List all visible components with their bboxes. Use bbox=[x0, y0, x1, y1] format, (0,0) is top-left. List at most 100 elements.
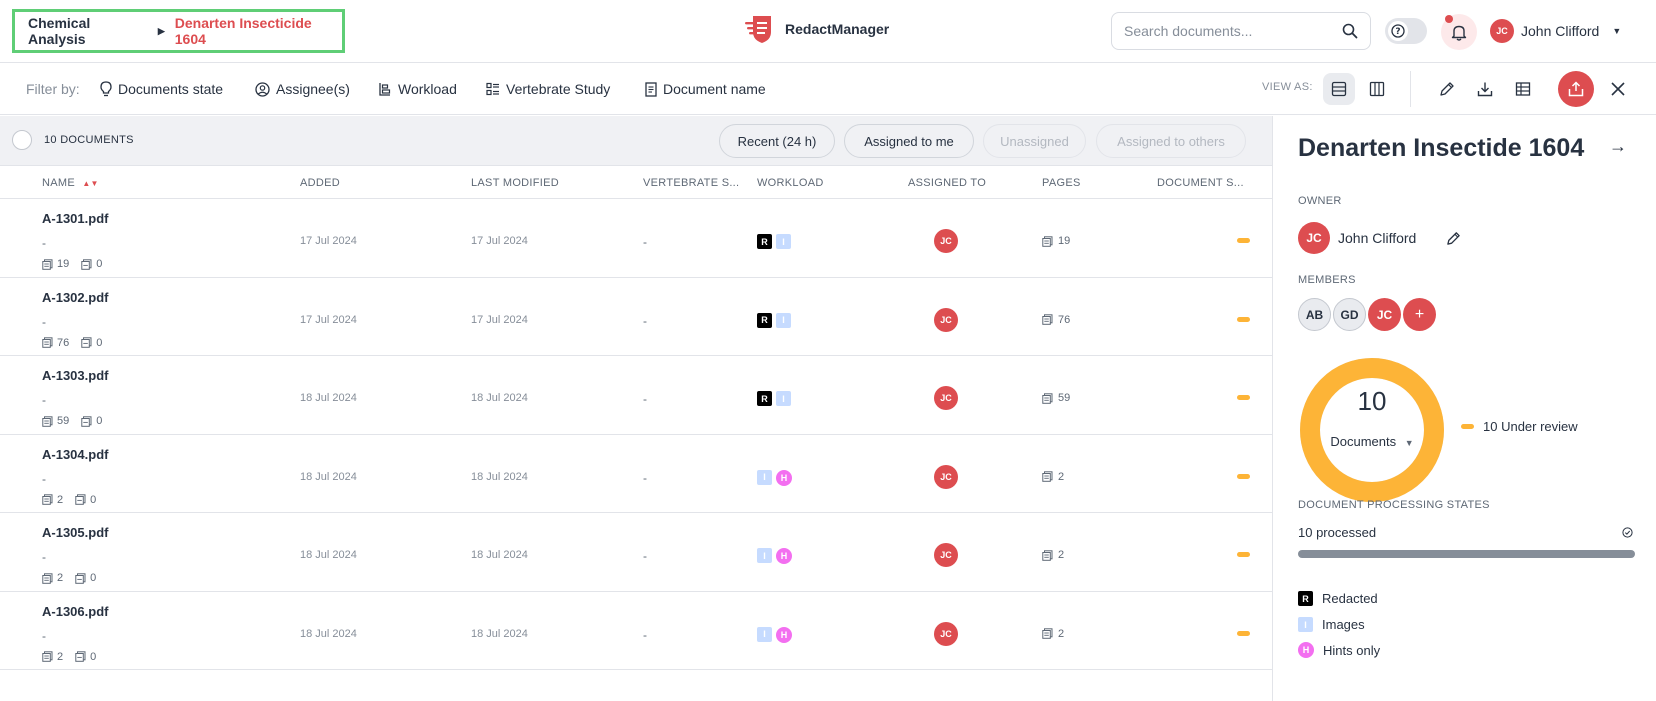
file-name[interactable]: A-1303.pdf bbox=[42, 368, 108, 383]
assignee-avatar[interactable]: JC bbox=[934, 464, 958, 489]
filter-label-text: Vertebrate Study bbox=[506, 81, 611, 97]
file-subtitle: - bbox=[42, 471, 46, 486]
file-meta: 76 0 bbox=[42, 337, 102, 349]
pages-cell: 59 bbox=[1042, 392, 1070, 404]
excluded-pages-icon bbox=[75, 651, 86, 662]
table-row[interactable]: A-1302.pdf - 76 0 17 Jul 2024 17 Jul 202… bbox=[0, 278, 1272, 356]
assignee-avatar[interactable]: JC bbox=[934, 386, 958, 410]
download-icon bbox=[1477, 82, 1493, 97]
images-tag-icon: I bbox=[757, 548, 772, 563]
vertebrate-study: - bbox=[643, 313, 647, 328]
filter-assignees[interactable]: Assignee(s) bbox=[255, 63, 350, 115]
table-row[interactable]: A-1306.pdf - 2 0 18 Jul 2024 18 Jul 2024… bbox=[0, 592, 1272, 670]
workload-icon bbox=[379, 82, 391, 96]
table-row[interactable]: A-1301.pdf - 19 0 17 Jul 2024 17 Jul 202… bbox=[0, 199, 1272, 278]
filter-vertebrate-study[interactable]: Vertebrate Study bbox=[486, 63, 610, 115]
table-row[interactable]: A-1305.pdf - 2 0 18 Jul 2024 18 Jul 2024… bbox=[0, 513, 1272, 592]
file-meta: 59 0 bbox=[42, 415, 102, 427]
redactmanager-logo-icon bbox=[745, 16, 771, 43]
export-button[interactable] bbox=[1558, 71, 1594, 107]
board-view-button[interactable] bbox=[1361, 73, 1393, 105]
pages-icon bbox=[1042, 235, 1053, 247]
user-menu[interactable]: JC John Clifford ▼ bbox=[1490, 19, 1621, 43]
arrow-right-icon[interactable]: → bbox=[1609, 136, 1627, 157]
quick-filter-assigned-to-others[interactable]: Assigned to others bbox=[1096, 124, 1246, 158]
hints-tag-icon: H bbox=[776, 469, 792, 486]
member-avatar[interactable]: AB bbox=[1298, 298, 1331, 331]
assignee-avatar[interactable]: JC bbox=[934, 621, 958, 646]
notifications-button[interactable] bbox=[1441, 14, 1477, 50]
donut-legend-item[interactable]: 10 Under review bbox=[1461, 419, 1578, 434]
assignee-avatar[interactable]: JC bbox=[934, 229, 958, 253]
close-button[interactable] bbox=[1602, 73, 1634, 105]
file-name[interactable]: A-1302.pdf bbox=[42, 290, 108, 305]
pages-cell: 2 bbox=[1042, 549, 1064, 561]
quick-filter-unassigned[interactable]: Unassigned bbox=[983, 124, 1086, 158]
table-row[interactable]: A-1304.pdf - 2 0 18 Jul 2024 18 Jul 2024… bbox=[0, 435, 1272, 513]
column-header-last-modified[interactable]: LAST MODIFIED bbox=[471, 177, 559, 189]
search-input[interactable] bbox=[1124, 23, 1334, 39]
add-member-button[interactable]: + bbox=[1403, 298, 1436, 331]
pages-icon bbox=[1042, 314, 1053, 325]
member-avatar[interactable]: GD bbox=[1333, 298, 1366, 331]
excluded-count: 0 bbox=[90, 572, 97, 584]
excluded-count: 0 bbox=[90, 650, 97, 663]
file-name[interactable]: A-1306.pdf bbox=[42, 604, 108, 619]
donut-label-select[interactable]: Documents ▼ bbox=[1298, 434, 1446, 449]
page-count: 59 bbox=[57, 415, 70, 427]
assignee-avatar[interactable]: JC bbox=[934, 307, 958, 332]
filter-workload[interactable]: Workload bbox=[378, 63, 457, 115]
file-meta: 2 0 bbox=[42, 651, 96, 663]
last-modified-date: 18 Jul 2024 bbox=[471, 549, 528, 561]
pages-cell: 19 bbox=[1042, 235, 1070, 247]
file-name[interactable]: A-1305.pdf bbox=[42, 525, 108, 540]
excluded-pages-icon bbox=[81, 337, 92, 348]
assignee-avatar[interactable]: JC bbox=[934, 543, 958, 567]
search-icon[interactable] bbox=[1342, 23, 1358, 39]
member-avatar[interactable]: JC bbox=[1368, 298, 1401, 331]
panel-title: Denarten Insectide 1604 bbox=[1298, 134, 1585, 162]
app-logo[interactable]: RedactManager bbox=[743, 14, 889, 44]
owner-name: John Clifford bbox=[1338, 230, 1417, 246]
select-all-checkbox[interactable] bbox=[12, 130, 32, 150]
column-header-workload[interactable]: WORKLOAD bbox=[757, 177, 824, 189]
filter-documents-state[interactable]: Documents state bbox=[100, 63, 223, 115]
column-header-name[interactable]: NAME ▲▼ bbox=[42, 177, 99, 189]
avatar: JC bbox=[1490, 19, 1514, 43]
added-date: 18 Jul 2024 bbox=[300, 627, 357, 640]
filter-document-name[interactable]: Document name bbox=[645, 63, 766, 115]
edit-button[interactable] bbox=[1431, 73, 1463, 105]
table-row[interactable]: A-1303.pdf - 59 0 18 Jul 2024 18 Jul 202… bbox=[0, 356, 1272, 435]
help-mode-toggle[interactable]: ? bbox=[1385, 18, 1427, 44]
download-button[interactable] bbox=[1469, 73, 1501, 105]
workload-tags: RI bbox=[757, 312, 791, 328]
column-header-pages[interactable]: PAGES bbox=[1042, 177, 1081, 189]
pencil-icon[interactable] bbox=[1446, 231, 1461, 246]
pages-icon bbox=[42, 651, 53, 662]
quick-filter-assigned-to-me[interactable]: Assigned to me bbox=[844, 124, 974, 158]
pages-icon bbox=[42, 258, 53, 270]
added-date: 17 Jul 2024 bbox=[300, 235, 357, 247]
column-header-document-state[interactable]: DOCUMENT S... bbox=[1157, 177, 1244, 189]
column-header-added[interactable]: ADDED bbox=[300, 177, 340, 189]
breadcrumb-parent[interactable]: Chemical Analysis bbox=[28, 15, 148, 47]
column-header-vertebrate-study[interactable]: VERTEBRATE S... bbox=[643, 177, 739, 189]
workload-tags: IH bbox=[757, 626, 792, 643]
pages-count: 2 bbox=[1058, 627, 1065, 640]
quick-filter-recent[interactable]: Recent (24 h) bbox=[719, 124, 835, 158]
column-header-assigned-to[interactable]: ASSIGNED TO bbox=[908, 177, 986, 189]
table-icon bbox=[1515, 82, 1531, 96]
list-view-button[interactable] bbox=[1323, 73, 1355, 105]
file-name[interactable]: A-1304.pdf bbox=[42, 447, 108, 462]
view-as-label: VIEW AS: bbox=[1262, 81, 1313, 93]
page-count: 76 bbox=[57, 336, 70, 349]
file-name[interactable]: A-1301.pdf bbox=[42, 211, 108, 226]
table-settings-button[interactable] bbox=[1507, 73, 1539, 105]
pencil-icon bbox=[1440, 82, 1454, 96]
pages-cell: 76 bbox=[1042, 314, 1070, 326]
breadcrumb-current[interactable]: Denarten Insecticide 1604 bbox=[175, 15, 342, 47]
owner: JC John Clifford bbox=[1298, 222, 1461, 254]
legend-images: I Images bbox=[1298, 617, 1365, 632]
pages-count: 2 bbox=[1058, 470, 1065, 483]
last-modified-date: 18 Jul 2024 bbox=[471, 627, 528, 640]
